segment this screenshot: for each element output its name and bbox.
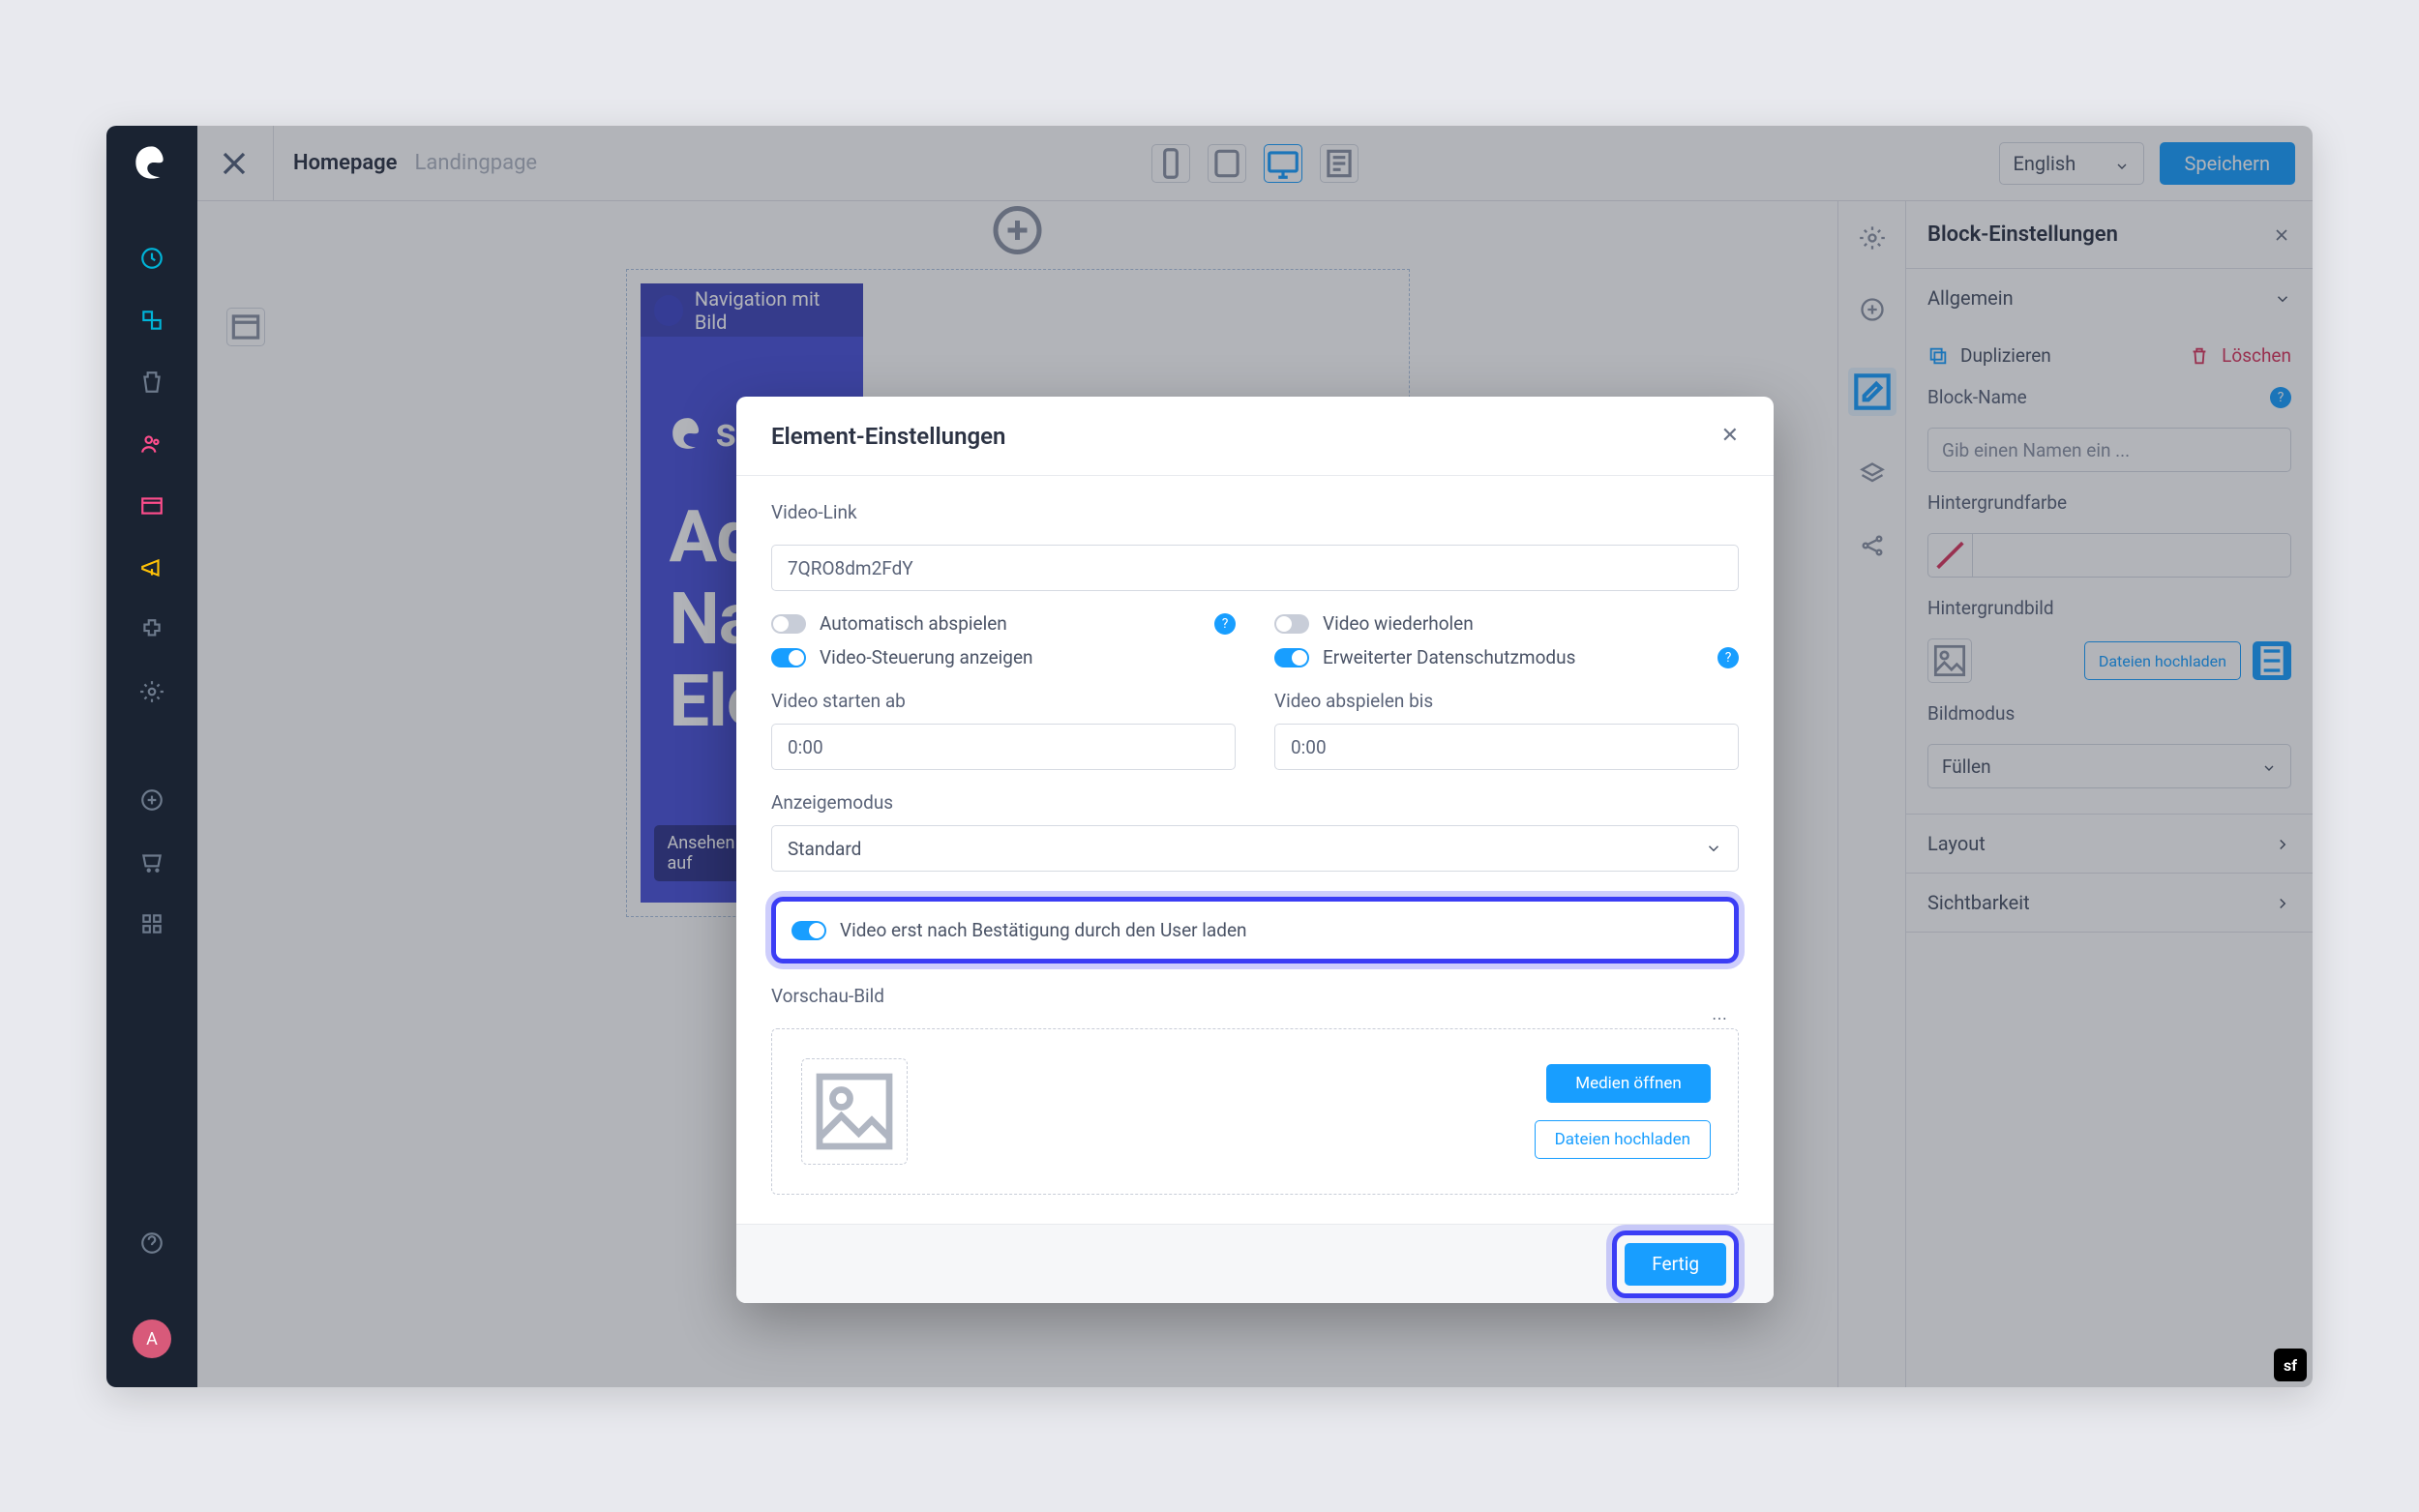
video-link-label: Video-Link	[771, 501, 1739, 523]
privacy-toggle[interactable]	[1274, 648, 1309, 667]
show-controls-toggle[interactable]	[771, 648, 806, 667]
loop-toggle[interactable]	[1274, 614, 1309, 634]
start-input[interactable]: 0:00	[771, 724, 1236, 770]
orders-icon[interactable]	[139, 370, 164, 395]
done-highlight: Fertig	[1612, 1230, 1739, 1298]
add-icon[interactable]	[139, 787, 164, 813]
cart-icon[interactable]	[139, 849, 164, 875]
avatar[interactable]: A	[133, 1319, 171, 1358]
chevron-down-icon	[1705, 840, 1722, 857]
main-area: Homepage Landingpage English Speichern	[197, 126, 2313, 1387]
dashboard-icon[interactable]	[139, 246, 164, 271]
content-icon[interactable]	[139, 493, 164, 519]
catalog-icon[interactable]	[139, 308, 164, 333]
end-label: Video abspielen bis	[1274, 690, 1739, 712]
settings-icon[interactable]	[139, 679, 164, 704]
modal-title: Element-Einstellungen	[771, 423, 1005, 450]
preview-label: Vorschau-Bild	[771, 985, 1739, 1007]
app-frame: A Homepage Landingpage English	[106, 126, 2313, 1387]
image-placeholder-icon	[801, 1058, 908, 1165]
display-mode-label: Anzeigemodus	[771, 791, 1739, 814]
extensions-icon[interactable]	[139, 617, 164, 642]
logo-icon	[133, 143, 171, 182]
close-modal-icon[interactable]: ✕	[1721, 424, 1739, 448]
symfony-badge-icon: sf	[2274, 1349, 2307, 1381]
grid-icon[interactable]	[139, 911, 164, 936]
open-media-button[interactable]: Medien öffnen	[1546, 1064, 1711, 1103]
customers-icon[interactable]	[139, 431, 164, 457]
help-icon[interactable]: ?	[1717, 647, 1739, 668]
needs-confirmation-row: Video erst nach Bestätigung durch den Us…	[771, 897, 1739, 964]
autoplay-toggle[interactable]	[771, 614, 806, 634]
left-sidebar: A	[106, 126, 197, 1387]
preview-dropzone[interactable]: Medien öffnen Dateien hochladen	[771, 1028, 1739, 1195]
end-input[interactable]: 0:00	[1274, 724, 1739, 770]
element-settings-modal: Element-Einstellungen ✕ Video-Link 7QRO8…	[736, 397, 1774, 1303]
video-link-input[interactable]: 7QRO8dm2FdY	[771, 545, 1739, 591]
marketing-icon[interactable]	[139, 555, 164, 580]
needs-confirmation-toggle[interactable]	[791, 921, 826, 940]
dropzone-menu-icon[interactable]: ⋯	[1712, 1009, 1729, 1027]
start-label: Video starten ab	[771, 690, 1236, 712]
upload-files-button[interactable]: Dateien hochladen	[1535, 1120, 1711, 1159]
display-mode-select[interactable]: Standard	[771, 825, 1739, 872]
help-icon[interactable]: ?	[1214, 613, 1236, 635]
done-button[interactable]: Fertig	[1625, 1243, 1726, 1286]
help-icon[interactable]	[139, 1230, 164, 1256]
